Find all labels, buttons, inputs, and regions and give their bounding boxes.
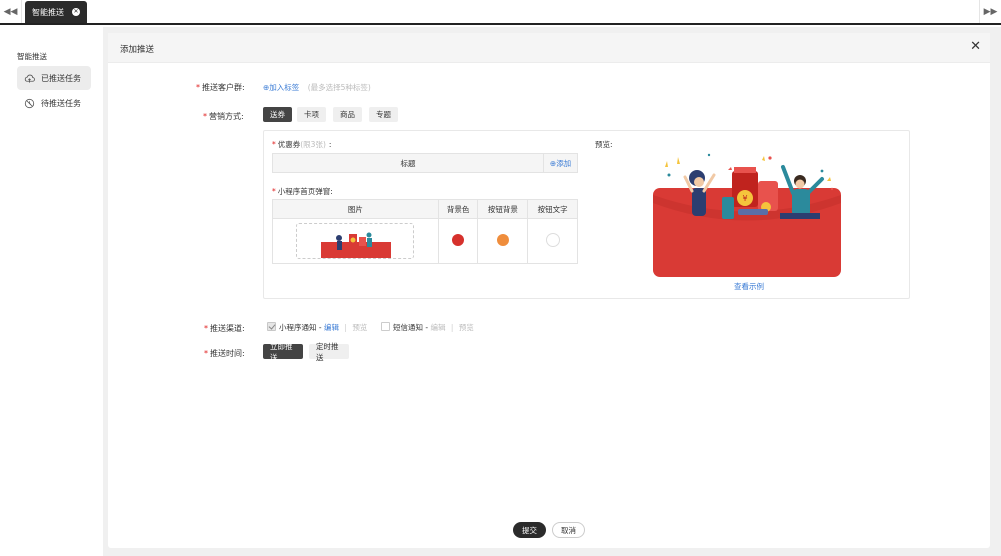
- add-push-panel: 添加推送 ✕ * 推送客户群: ⊕加入标签 (最多选择5种标签) * 营销方式: 送…: [108, 33, 990, 548]
- push-time-label: * 推送时间:: [204, 349, 245, 358]
- tab-scroll-right-button[interactable]: ▶▶: [979, 0, 1001, 23]
- coupon-label: * 优惠券(限3张):: [272, 140, 332, 149]
- add-tag-link[interactable]: ⊕加入标签: [263, 83, 299, 92]
- close-icon[interactable]: ✕: [970, 40, 981, 54]
- popup-header-button-bg: 按钮背景: [477, 199, 529, 219]
- coupon-table: 标题 ⊕添加: [271, 153, 578, 173]
- bg-color-swatch[interactable]: [452, 234, 465, 246]
- popup-label: * 小程序首页弹窗:: [272, 187, 333, 196]
- sms-checkbox[interactable]: [381, 322, 390, 331]
- cloud-push-icon: [24, 74, 35, 83]
- popup-header-image: 图片: [272, 199, 439, 219]
- marketing-label: * 营销方式:: [203, 112, 244, 121]
- popup-image-upload[interactable]: [296, 223, 415, 259]
- miniprogram-edit-link[interactable]: 编辑: [324, 323, 339, 332]
- svg-text:¥: ¥: [742, 194, 747, 203]
- miniprogram-label: 小程序通知: [279, 323, 317, 332]
- button-bg-swatch[interactable]: [496, 234, 509, 246]
- view-example-link[interactable]: 查看示例: [734, 281, 764, 292]
- sidebar-item-label: 待推送任务: [41, 98, 81, 108]
- required-mark: *: [204, 349, 208, 358]
- required-mark: *: [272, 187, 276, 196]
- clock-cancel-icon: [24, 98, 35, 108]
- required-mark: *: [196, 83, 200, 92]
- sidebar-item-pending-tasks[interactable]: 待推送任务: [17, 91, 91, 115]
- popup-header-button-text: 按钮文字: [527, 199, 578, 219]
- customer-group-field: ⊕加入标签 (最多选择5种标签): [263, 82, 371, 93]
- preview-label: 预览:: [595, 140, 613, 149]
- tab-smart-push[interactable]: 智能推送 ✕: [25, 1, 87, 23]
- scheduled-push-button[interactable]: 定时推送: [309, 342, 349, 362]
- required-mark: *: [203, 112, 207, 121]
- popup-table: 图片 背景色 按钮背景 按钮文字: [272, 199, 578, 264]
- required-mark: *: [272, 140, 276, 149]
- panel-header: 添加推送 ✕: [108, 33, 990, 63]
- cancel-button[interactable]: 取消: [552, 522, 585, 538]
- button-text-swatch[interactable]: [545, 233, 560, 247]
- popup-header-bg-color: 背景色: [437, 199, 479, 219]
- channel-sms: 短信通知 - 编辑 | 预览: [381, 322, 474, 333]
- channel-miniprogram: 小程序通知 - 编辑 | 预览: [267, 322, 367, 333]
- marketing-option-card[interactable]: 卡项: [297, 107, 326, 122]
- sidebar: 智能推送 已推送任务 待推送任务: [0, 27, 103, 556]
- button-text-cell: [527, 218, 578, 264]
- panel-title: 添加推送: [120, 45, 155, 55]
- coupon-config-box: * 优惠券(限3张): 标题 ⊕添加 * 小程序首页弹窗: 图片 背景色 按钮背景 …: [263, 130, 910, 299]
- close-circle-icon[interactable]: ✕: [72, 8, 80, 16]
- marketing-option-topic[interactable]: 专题: [369, 107, 398, 122]
- required-mark: *: [204, 324, 208, 333]
- sms-label: 短信通知: [393, 323, 423, 332]
- bg-color-cell: [437, 218, 479, 264]
- double-chevron-right-icon: ▶▶: [983, 6, 998, 17]
- tab-bar: ◀◀ 智能推送 ✕ ▶▶: [0, 0, 1001, 25]
- coupon-add-cell: ⊕添加: [543, 153, 578, 173]
- button-bg-cell: [477, 218, 529, 264]
- sidebar-item-pushed-tasks[interactable]: 已推送任务: [17, 66, 91, 90]
- add-tag-hint: (最多选择5种标签): [307, 83, 371, 92]
- tab-scroll-left-button[interactable]: ◀◀: [0, 0, 22, 23]
- miniprogram-checkbox[interactable]: [267, 322, 276, 331]
- sidebar-title: 智能推送: [17, 52, 47, 61]
- preview-image: ¥: [653, 153, 841, 277]
- marketing-option-coupon[interactable]: 送券: [263, 107, 292, 122]
- customer-group-label: * 推送客户群:: [196, 83, 245, 92]
- sms-preview-link[interactable]: 预览: [459, 323, 474, 332]
- coupon-table-header-title: 标题: [271, 153, 545, 173]
- marketing-option-goods[interactable]: 商品: [333, 107, 362, 122]
- sidebar-item-label: 已推送任务: [41, 73, 81, 83]
- channel-label: * 推送渠道:: [204, 324, 245, 333]
- sms-edit-link[interactable]: 编辑: [431, 323, 446, 332]
- submit-button[interactable]: 提交: [513, 522, 546, 538]
- popup-image-cell: [272, 218, 439, 264]
- tab-label: 智能推送: [32, 7, 64, 17]
- double-chevron-left-icon: ◀◀: [3, 6, 18, 17]
- push-now-button[interactable]: 立即推送: [263, 342, 303, 362]
- coupon-add-link[interactable]: ⊕添加: [550, 159, 571, 168]
- miniprogram-preview-link[interactable]: 预览: [352, 323, 367, 332]
- popup-thumbnail-image: [321, 232, 392, 258]
